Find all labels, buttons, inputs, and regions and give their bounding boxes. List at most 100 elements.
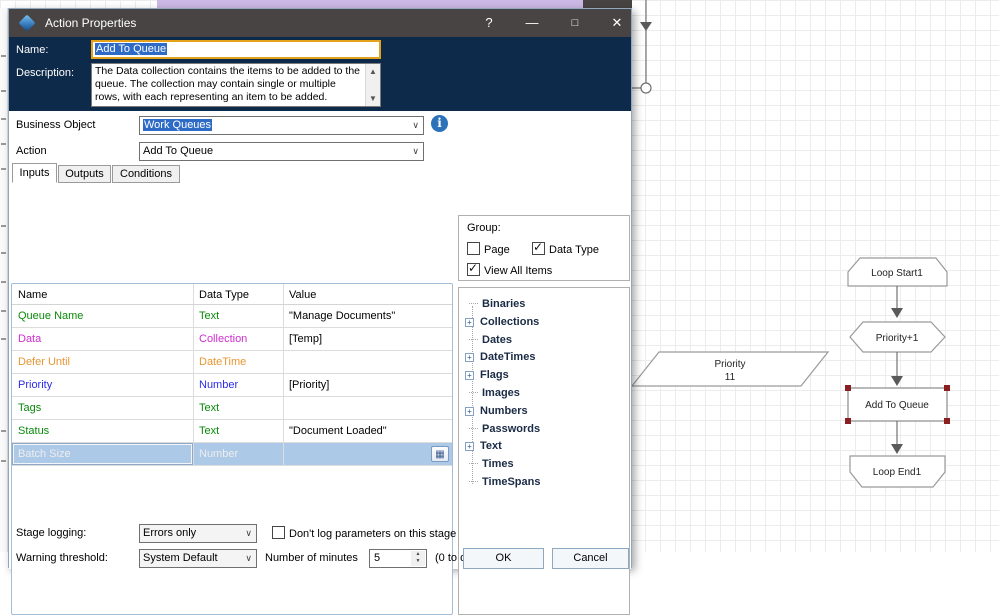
maximize-button[interactable]: □ — [559, 14, 591, 32]
table-cell[interactable]: "Manage Documents" — [283, 305, 452, 327]
action-stage-label: Add To Queue — [865, 400, 929, 411]
column-header-name[interactable]: Name — [12, 284, 193, 304]
tree-item-dates[interactable]: Dates — [465, 334, 512, 350]
warning-threshold-label: Warning threshold: — [16, 552, 108, 564]
dont-log-checkbox-box[interactable] — [272, 526, 285, 539]
action-select[interactable]: Add To Queue ∨ — [139, 142, 424, 161]
table-row[interactable]: DataCollection[Temp] — [12, 328, 452, 351]
tree-item-label: Times — [482, 458, 514, 470]
table-cell[interactable]: Number — [193, 443, 283, 465]
table-cell[interactable] — [283, 351, 452, 373]
table-row[interactable]: TagsText — [12, 397, 452, 420]
tree-item-binaries[interactable]: Binaries — [465, 298, 525, 314]
scroll-down-icon[interactable]: ▼ — [366, 92, 380, 105]
table-cell[interactable]: Batch Size — [12, 443, 193, 465]
table-row[interactable]: PriorityNumber[Priority] — [12, 374, 452, 397]
page-checkbox-box[interactable] — [467, 242, 480, 255]
stage-logging-select[interactable]: Errors only ∨ — [139, 524, 257, 543]
tab-outputs[interactable]: Outputs — [58, 165, 111, 183]
tree-item-text[interactable]: +Text — [465, 440, 502, 456]
table-cell[interactable]: Queue Name — [12, 305, 193, 327]
checkbox-data-type[interactable]: ✓Data Type — [532, 242, 599, 256]
loop-end-label: Loop End1 — [873, 467, 922, 478]
tree-item-images[interactable]: Images — [465, 387, 520, 403]
view-all-checkbox-box[interactable]: ✓ — [467, 263, 480, 276]
table-cell[interactable] — [283, 397, 452, 419]
spinner-arrows-icon[interactable]: ▲▼ — [411, 551, 425, 566]
tab-conditions[interactable]: Conditions — [112, 165, 180, 183]
table-cell[interactable]: Text — [193, 305, 283, 327]
loop-start-label: Loop Start1 — [871, 268, 923, 279]
minutes-value: 5 — [374, 552, 380, 564]
expand-icon[interactable]: + — [465, 442, 474, 451]
tree-item-datetimes[interactable]: +DateTimes — [465, 351, 535, 367]
group-panel: Group: Page ✓Data Type ✓View All Items — [458, 215, 630, 281]
stage-logging-label: Stage logging: — [16, 527, 86, 539]
tab-inputs[interactable]: Inputs — [12, 163, 57, 183]
checkbox-dont-log[interactable]: Don't log parameters on this stage — [272, 526, 456, 540]
chevron-down-icon: ∨ — [245, 525, 252, 542]
table-row[interactable]: Batch SizeNumber ▦ — [12, 443, 452, 466]
table-cell[interactable]: Defer Until — [12, 351, 193, 373]
table-cell[interactable]: Tags — [12, 397, 193, 419]
dialog-titlebar[interactable]: Action Properties ? — □ ✕ — [9, 9, 631, 37]
tree-item-label: Dates — [482, 334, 512, 346]
scroll-up-icon[interactable]: ▲ — [366, 65, 380, 78]
table-row[interactable]: StatusText"Document Loaded" — [12, 420, 452, 443]
table-cell[interactable]: [Priority] — [283, 374, 452, 396]
info-icon[interactable]: i — [431, 115, 448, 132]
expand-icon[interactable]: + — [465, 407, 474, 416]
business-object-select[interactable]: Work Queues ∨ — [139, 116, 424, 135]
table-row[interactable]: Queue NameText"Manage Documents" — [12, 305, 452, 328]
table-cell[interactable]: Status — [12, 420, 193, 442]
tree-item-timespans[interactable]: TimeSpans — [465, 476, 541, 492]
tree-branch-line — [469, 481, 478, 482]
table-cell[interactable]: Text — [193, 397, 283, 419]
data-item-value: 11 — [725, 372, 736, 383]
tree-item-times[interactable]: Times — [465, 458, 514, 474]
checkbox-page[interactable]: Page — [467, 242, 510, 256]
column-header-value[interactable]: Value — [283, 284, 452, 304]
arrowhead-3 — [891, 444, 903, 454]
action-label: Action — [16, 145, 47, 157]
close-button[interactable]: ✕ — [601, 14, 633, 32]
column-header-type[interactable]: Data Type — [193, 284, 283, 304]
table-cell[interactable]: "Document Loaded" — [283, 420, 452, 442]
tree-branch-line — [469, 428, 478, 429]
help-button[interactable]: ? — [473, 14, 505, 32]
tree-item-flags[interactable]: +Flags — [465, 369, 509, 385]
table-cell[interactable]: Number — [193, 374, 283, 396]
table-cell[interactable]: Data — [12, 328, 193, 350]
table-cell[interactable]: DateTime — [193, 351, 283, 373]
expand-icon[interactable]: + — [465, 318, 474, 327]
description-scrollbar[interactable]: ▲ ▼ — [365, 64, 380, 106]
table-cell[interactable]: Priority — [12, 374, 193, 396]
arrowhead-1 — [891, 308, 903, 318]
cancel-button[interactable]: Cancel — [552, 548, 629, 569]
tree-item-numbers[interactable]: +Numbers — [465, 405, 528, 421]
tree-item-label: Collections — [480, 316, 539, 328]
ok-button[interactable]: OK — [463, 548, 544, 569]
tree-item-collections[interactable]: + Collections — [465, 316, 539, 332]
checkbox-view-all-items[interactable]: ✓View All Items — [467, 263, 552, 277]
data-type-checkbox-box[interactable]: ✓ — [532, 242, 545, 255]
description-textarea[interactable]: The Data collection contains the items t… — [91, 63, 381, 107]
expand-icon[interactable]: + — [465, 371, 474, 380]
connector-top — [632, 0, 646, 88]
minimize-button[interactable]: — — [516, 14, 548, 32]
connector-circle[interactable] — [641, 83, 651, 93]
tree-item-passwords[interactable]: Passwords — [465, 423, 540, 439]
minutes-label: Number of minutes — [265, 552, 358, 564]
table-row[interactable]: Defer UntilDateTime — [12, 351, 452, 374]
name-input[interactable]: Add To Queue — [91, 40, 381, 59]
table-header: Name Data Type Value — [12, 284, 452, 305]
table-cell[interactable]: [Temp] — [283, 328, 452, 350]
table-cell[interactable]: Collection — [193, 328, 283, 350]
description-label: Description: — [16, 67, 74, 79]
action-properties-dialog: Action Properties ? — □ ✕ Name: Add To Q… — [8, 8, 632, 568]
table-cell[interactable] — [283, 443, 452, 465]
table-cell[interactable]: Text — [193, 420, 283, 442]
expand-icon[interactable]: + — [465, 353, 474, 362]
expression-calculator-button[interactable]: ▦ — [431, 446, 449, 462]
arrowhead-top — [640, 22, 652, 31]
